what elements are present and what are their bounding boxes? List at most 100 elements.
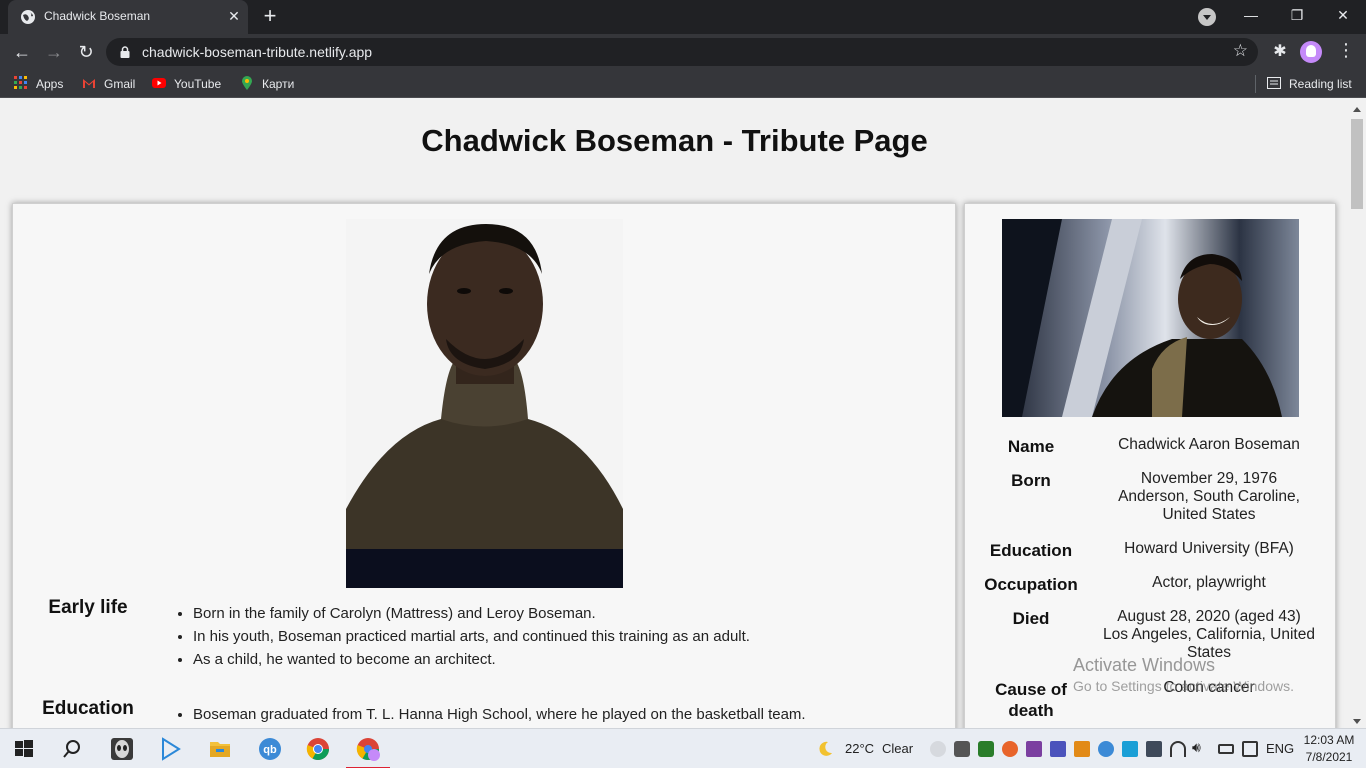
- reload-button[interactable]: ↻: [72, 38, 100, 66]
- start-button[interactable]: [0, 729, 48, 768]
- taskbar-app-chrome-profile[interactable]: [344, 729, 392, 768]
- reading-list-button[interactable]: Reading list: [1267, 75, 1352, 93]
- menu-kebab-icon[interactable]: ⋮: [1334, 40, 1358, 64]
- moon-weather-icon[interactable]: [816, 740, 834, 758]
- screen-icon[interactable]: [1242, 741, 1258, 757]
- clock-time: 12:03 AM: [1303, 733, 1355, 747]
- info-value-line: Los Angeles, California, United: [1103, 626, 1315, 643]
- forward-button[interactable]: →: [40, 38, 68, 66]
- scroll-thumb[interactable]: [1351, 119, 1363, 209]
- system-clock[interactable]: 12:03 AM 7/8/2021: [1298, 732, 1360, 766]
- taskbar-app-alien[interactable]: [98, 729, 146, 768]
- address-bar[interactable]: chadwick-boseman-tribute.netlify.app ☆: [106, 38, 1258, 66]
- app-orange-icon[interactable]: [1074, 741, 1090, 757]
- lock-icon[interactable]: [120, 46, 130, 58]
- bookmark-label: Карти: [262, 77, 295, 91]
- notification-icon[interactable]: [930, 741, 946, 757]
- page-viewport: Chadwick Boseman - Tribute Page Early li…: [0, 103, 1349, 728]
- url-text[interactable]: chadwick-boseman-tribute.netlify.app: [142, 44, 372, 60]
- scroll-down-arrow-icon[interactable]: [1353, 719, 1361, 724]
- info-label: Education: [989, 541, 1073, 560]
- bookmark-apps[interactable]: Apps: [14, 75, 63, 93]
- info-value: Actor, playwright: [1152, 574, 1266, 591]
- bookmark-maps[interactable]: Карти: [240, 75, 294, 93]
- section-title: Education: [42, 698, 134, 719]
- page-scrollbar[interactable]: [1349, 103, 1366, 728]
- onenote-icon[interactable]: [1026, 741, 1042, 757]
- list-item: Born in the family of Carolyn (Mattress)…: [193, 602, 750, 625]
- info-value: August 28, 2020 (aged 43) Los Angeles, C…: [1091, 608, 1327, 662]
- qbittorrent-tray-icon[interactable]: [1098, 741, 1114, 757]
- info-label: Name: [1007, 437, 1055, 456]
- info-value: November 29, 1976 Anderson, South Caroli…: [1091, 470, 1327, 524]
- page-title: Chadwick Boseman - Tribute Page: [421, 123, 928, 158]
- taskbar-app-player[interactable]: [146, 729, 194, 768]
- bookmark-separator: [1255, 75, 1256, 93]
- info-value-line: November 29, 1976: [1140, 470, 1278, 487]
- scroll-up-arrow-icon[interactable]: [1353, 107, 1361, 112]
- info-value: Howard University (BFA): [1124, 540, 1294, 557]
- tab-title: Chadwick Boseman: [44, 9, 151, 23]
- bookmark-label: YouTube: [174, 77, 222, 91]
- tab-close-icon[interactable]: ✕: [224, 6, 244, 26]
- app-blue-icon[interactable]: [1122, 741, 1138, 757]
- portrait-photo: [346, 219, 623, 588]
- alien-app-icon: [111, 738, 133, 760]
- language-indicator[interactable]: ENG: [1266, 741, 1294, 756]
- taskbar-app-file-explorer[interactable]: [196, 729, 244, 768]
- bookmark-youtube[interactable]: YouTube: [152, 75, 221, 93]
- tab-active[interactable]: Chadwick Boseman ✕: [8, 0, 248, 34]
- taskbar-app-chrome[interactable]: [294, 729, 342, 768]
- info-label: Died: [1012, 609, 1050, 628]
- education-list: Boseman graduated from T. L. Hanna High …: [193, 703, 806, 726]
- new-tab-button[interactable]: +: [258, 5, 282, 29]
- activate-windows-title: Activate Windows: [1073, 655, 1216, 675]
- teams-icon[interactable]: [1050, 741, 1066, 757]
- taskbar-app-qbittorrent[interactable]: qb: [246, 729, 294, 768]
- fire-app-icon[interactable]: [1002, 741, 1018, 757]
- security-shield-icon[interactable]: [978, 741, 994, 757]
- battery-icon[interactable]: [1218, 744, 1234, 754]
- info-value: Chadwick Aaron Boseman: [1118, 436, 1300, 453]
- profile-avatar[interactable]: [1300, 41, 1322, 63]
- info-value-line: United States: [1162, 506, 1256, 523]
- search-button[interactable]: [48, 729, 96, 768]
- bookmarks-bar: Apps Gmail YouTube Карти Reading list: [0, 70, 1366, 98]
- extensions-icon[interactable]: ✱: [1268, 40, 1292, 64]
- folder-icon: [210, 742, 230, 757]
- minimize-button[interactable]: —: [1228, 0, 1274, 32]
- early-life-list: Born in the family of Carolyn (Mattress)…: [193, 602, 750, 671]
- svg-text:qb: qb: [263, 744, 277, 756]
- close-window-button[interactable]: ✕: [1320, 0, 1366, 32]
- maps-pin-icon: [242, 76, 252, 90]
- list-item: Boseman graduated from T. L. Hanna High …: [193, 703, 806, 726]
- main-content-card: Early life Born in the family of Carolyn…: [12, 203, 956, 728]
- info-sidebar-card: Name Chadwick Aaron Boseman Born Novembe…: [964, 203, 1336, 728]
- apps-grid-icon: [14, 76, 27, 89]
- display-icon[interactable]: [1146, 741, 1162, 757]
- bookmark-label: Apps: [36, 77, 64, 91]
- volume-icon[interactable]: 🔊︎: [1192, 739, 1201, 756]
- reading-list-label: Reading list: [1289, 77, 1352, 91]
- list-item: As a child, he wanted to become an archi…: [193, 648, 750, 671]
- restore-button[interactable]: ❐: [1274, 0, 1320, 32]
- info-value-line: Anderson, South Caroline,: [1118, 488, 1300, 505]
- youtube-icon: [152, 78, 166, 88]
- discord-icon[interactable]: [954, 741, 970, 757]
- chrome-icon: [306, 738, 329, 760]
- globe-icon: [21, 10, 35, 24]
- back-button[interactable]: ←: [8, 38, 36, 66]
- weather-desc[interactable]: Clear: [882, 741, 913, 756]
- smiling-photo: [1002, 219, 1299, 417]
- bookmark-gmail[interactable]: Gmail: [82, 75, 135, 93]
- tab-search-icon[interactable]: [1198, 8, 1216, 26]
- browser-toolbar: ← → ↻ chadwick-boseman-tribute.netlify.a…: [0, 34, 1366, 70]
- info-value-line: August 28, 2020 (aged 43): [1117, 608, 1301, 625]
- bookmark-star-icon[interactable]: ☆: [1233, 41, 1248, 61]
- info-label-line: death: [1008, 701, 1054, 720]
- bookmark-label: Gmail: [104, 77, 136, 91]
- wifi-icon[interactable]: [1170, 741, 1186, 757]
- qbittorrent-icon: qb: [259, 738, 281, 760]
- info-label: Occupation: [984, 575, 1078, 594]
- weather-temp[interactable]: 22°C: [845, 741, 874, 756]
